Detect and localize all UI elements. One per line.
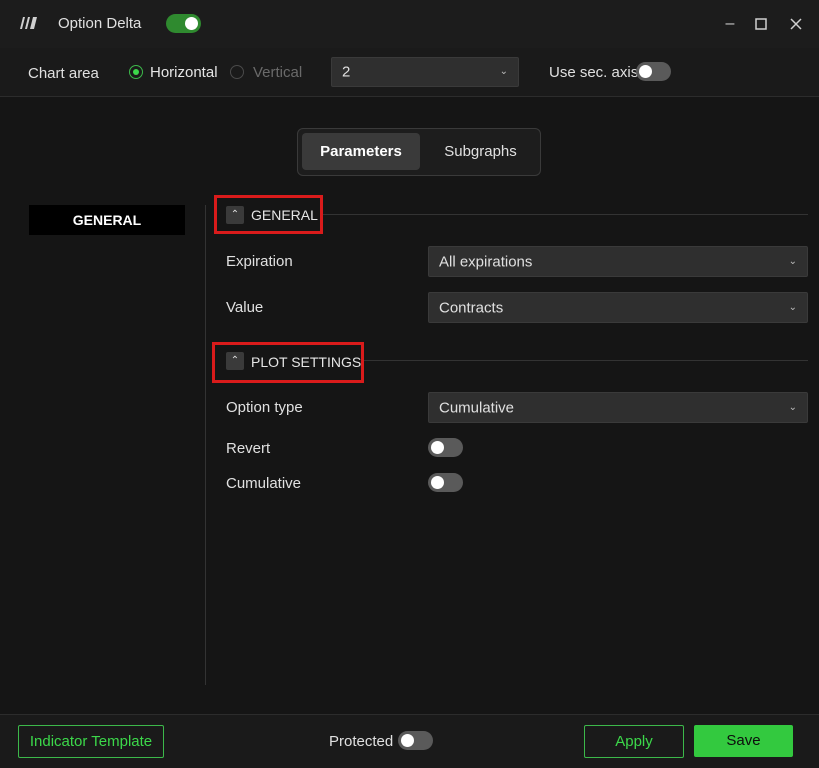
- chevron-down-icon: ⌄: [788, 301, 797, 313]
- indicator-template-button[interactable]: Indicator Template: [18, 725, 164, 758]
- toggle-knob: [639, 65, 652, 78]
- chevron-down-icon: ⌄: [788, 255, 797, 267]
- tab-subgraphs[interactable]: Subgraphs: [425, 133, 536, 170]
- toggle-knob: [401, 734, 414, 747]
- horizontal-radio[interactable]: [129, 65, 143, 79]
- divider: [364, 360, 808, 361]
- toggle-knob: [431, 476, 444, 489]
- toggle-knob: [185, 17, 198, 30]
- revert-toggle[interactable]: [428, 438, 463, 457]
- chevron-up-icon[interactable]: ⌃: [226, 352, 244, 370]
- divider: [323, 214, 808, 215]
- value-label: Value: [226, 299, 264, 316]
- horizontal-label[interactable]: Horizontal: [150, 64, 218, 81]
- chevron-down-icon: ⌄: [788, 401, 797, 413]
- indicator-enabled-toggle[interactable]: [166, 14, 201, 33]
- general-section-title[interactable]: GENERAL: [251, 207, 318, 223]
- plot-settings-section-title[interactable]: PLOT SETTINGS: [251, 354, 361, 370]
- revert-label: Revert: [226, 440, 271, 457]
- protected-toggle[interactable]: [398, 731, 433, 750]
- value-value: Contracts: [439, 299, 504, 316]
- app-logo-icon: [18, 15, 38, 31]
- chevron-up-icon[interactable]: ⌃: [226, 206, 244, 224]
- expiration-value: All expirations: [439, 253, 533, 270]
- nav-item-general[interactable]: GENERAL: [29, 205, 185, 235]
- sec-axis-toggle[interactable]: [636, 62, 671, 81]
- chevron-down-icon: ⌄: [499, 65, 508, 77]
- tab-parameters[interactable]: Parameters: [302, 133, 420, 170]
- value-select[interactable]: Contracts ⌄: [428, 292, 808, 323]
- chart-area-label: Chart area: [28, 65, 99, 82]
- apply-button[interactable]: Apply: [584, 725, 684, 758]
- maximize-icon[interactable]: [751, 14, 771, 34]
- window-title: Option Delta: [58, 15, 142, 32]
- option-type-select[interactable]: Cumulative ⌄: [428, 392, 808, 423]
- toggle-knob: [431, 441, 444, 454]
- sec-axis-label: Use sec. axis: [549, 64, 639, 81]
- pane-select[interactable]: 2 ⌄: [331, 57, 519, 87]
- option-type-label: Option type: [226, 399, 303, 416]
- vertical-label[interactable]: Vertical: [253, 64, 302, 81]
- divider: [205, 205, 206, 685]
- vertical-radio[interactable]: [230, 65, 244, 79]
- save-button[interactable]: Save: [694, 725, 793, 757]
- protected-label: Protected: [329, 733, 394, 750]
- option-type-value: Cumulative: [439, 399, 515, 416]
- cumulative-label: Cumulative: [226, 475, 302, 492]
- close-icon[interactable]: [786, 14, 806, 34]
- cumulative-toggle[interactable]: [428, 473, 463, 492]
- minimize-icon[interactable]: –: [720, 14, 740, 34]
- expiration-label: Expiration: [226, 253, 293, 270]
- pane-select-value: 2: [342, 63, 351, 81]
- radio-dot: [133, 69, 139, 75]
- expiration-select[interactable]: All expirations ⌄: [428, 246, 808, 277]
